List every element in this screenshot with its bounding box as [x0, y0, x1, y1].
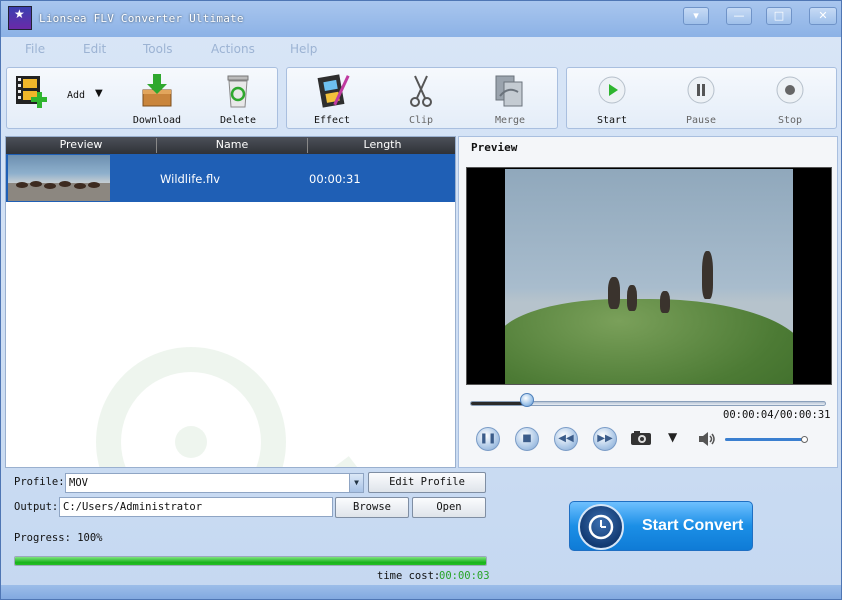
volume-slider-fill [725, 438, 806, 441]
minimize-button[interactable]: — [726, 7, 752, 25]
delete-button[interactable]: Delete [203, 72, 273, 128]
player-rewind-button[interactable]: ◀◀ [554, 427, 578, 451]
column-preview[interactable]: Preview [6, 138, 157, 153]
column-name[interactable]: Name [157, 138, 308, 153]
video-bird [702, 251, 713, 299]
volume-slider-handle[interactable] [801, 436, 809, 443]
start-label: Start [596, 115, 628, 126]
table-row[interactable]: Wildlife.flv 00:00:31 [6, 154, 455, 202]
start-convert-label: Start Convert [642, 517, 744, 534]
start-button[interactable]: Start [577, 72, 647, 128]
toolbar-playback-group: Start Pause Stop [566, 67, 837, 129]
clip-button[interactable]: Clip [386, 72, 456, 128]
window-title: Lionsea FLV Converter Ultimate [39, 12, 244, 25]
file-list-header: Preview Name Length [6, 137, 455, 154]
download-button[interactable]: Download [122, 72, 192, 128]
convert-clock-icon [578, 504, 624, 550]
menu-tools[interactable]: Tools [143, 42, 173, 56]
profile-value: MOV [69, 477, 88, 489]
merge-label: Merge [494, 115, 526, 126]
chevron-down-icon[interactable]: ▼ [95, 88, 103, 99]
video-bird [627, 285, 637, 311]
pause-icon [687, 76, 715, 104]
output-label: Output: [14, 501, 59, 513]
video-grass [505, 299, 793, 384]
file-name: Wildlife.flv [160, 172, 221, 186]
time-cost-value: 00:00:03 [439, 570, 490, 582]
progress-bar [14, 556, 487, 566]
toolbar-edit-group: Effect Clip Merge [286, 67, 558, 129]
download-label: Download [132, 115, 182, 126]
toolbar-file-group: Add ▼ Download Delete [6, 67, 278, 129]
column-length[interactable]: Length [308, 138, 455, 153]
stop-icon [776, 76, 804, 104]
profile-select[interactable]: MOV ▼ [65, 473, 364, 493]
player-pause-button[interactable]: ❚❚ [476, 427, 500, 451]
scissors-icon [410, 75, 432, 107]
video-thumbnail [8, 155, 110, 201]
app-logo-icon: ★ [8, 6, 32, 30]
title-bar[interactable]: ★ Lionsea FLV Converter Ultimate ▾ — □ ✕ [1, 1, 841, 37]
merge-icon [495, 75, 523, 107]
stop-button[interactable]: Stop [755, 72, 825, 128]
pause-label: Pause [685, 115, 717, 126]
snapshot-camera-icon[interactable] [630, 430, 652, 446]
seek-slider-fill [471, 402, 528, 405]
volume-slider[interactable] [725, 438, 807, 441]
volume-icon[interactable] [698, 431, 716, 447]
progress-label: Progress: 100% [14, 532, 103, 544]
preview-panel: Preview 00:00:04/00:00:31 ❚❚ ■ ◀◀ ▶▶ ▼ [458, 136, 838, 468]
add-button[interactable]: Add ▼ [7, 72, 117, 128]
video-player[interactable] [466, 167, 832, 385]
time-readout: 00:00:04/00:00:31 [723, 409, 831, 421]
video-frame [505, 169, 793, 384]
output-path-field[interactable]: C:/Users/Administrator [59, 497, 333, 517]
effect-label: Effect [313, 115, 351, 126]
effect-button[interactable]: Effect [297, 72, 367, 128]
recycle-bin-icon [227, 75, 249, 108]
edit-profile-button[interactable]: Edit Profile [368, 472, 486, 493]
video-bird [660, 291, 670, 313]
player-forward-button[interactable]: ▶▶ [593, 427, 617, 451]
open-button[interactable]: Open [412, 497, 486, 518]
close-button[interactable]: ✕ [809, 7, 837, 25]
status-bar [1, 585, 841, 599]
menu-file[interactable]: File [25, 42, 45, 56]
menu-dropdown-button[interactable]: ▾ [683, 7, 709, 25]
time-cost-label: time cost: [377, 570, 441, 582]
profile-label: Profile: [14, 476, 65, 488]
browse-button[interactable]: Browse [335, 497, 409, 518]
add-label: Add [67, 90, 86, 101]
maximize-button[interactable]: □ [766, 7, 792, 25]
start-convert-button[interactable]: Start Convert [569, 501, 753, 551]
delete-label: Delete [219, 115, 257, 126]
chevron-down-icon[interactable]: ▼ [349, 474, 363, 492]
snapshot-dropdown-icon[interactable]: ▼ [668, 430, 677, 444]
app-window: ★ Lionsea FLV Converter Ultimate ▾ — □ ✕… [0, 0, 842, 600]
effect-film-icon [317, 74, 350, 108]
progress-bar-fill [15, 557, 486, 565]
stop-label: Stop [777, 115, 803, 126]
video-bird [608, 277, 620, 309]
player-stop-button[interactable]: ■ [515, 427, 539, 451]
clip-label: Clip [408, 115, 434, 126]
preview-title: Preview [471, 141, 518, 154]
play-icon [598, 76, 626, 104]
pause-button[interactable]: Pause [666, 72, 736, 128]
film-add-icon [16, 76, 47, 108]
merge-button[interactable]: Merge [475, 72, 545, 128]
file-length: 00:00:31 [309, 172, 361, 186]
download-icon [142, 74, 172, 107]
seek-slider-handle[interactable] [519, 393, 534, 407]
menu-bar: File Edit Tools Actions Help [1, 37, 841, 61]
film-reel-watermark-icon [96, 347, 358, 467]
horses-thumbnail-image [8, 181, 110, 201]
menu-help[interactable]: Help [290, 42, 317, 56]
menu-actions[interactable]: Actions [211, 42, 255, 56]
menu-edit[interactable]: Edit [83, 42, 106, 56]
file-list[interactable]: Preview Name Length Wildlife.flv 00:00:3… [5, 136, 456, 468]
